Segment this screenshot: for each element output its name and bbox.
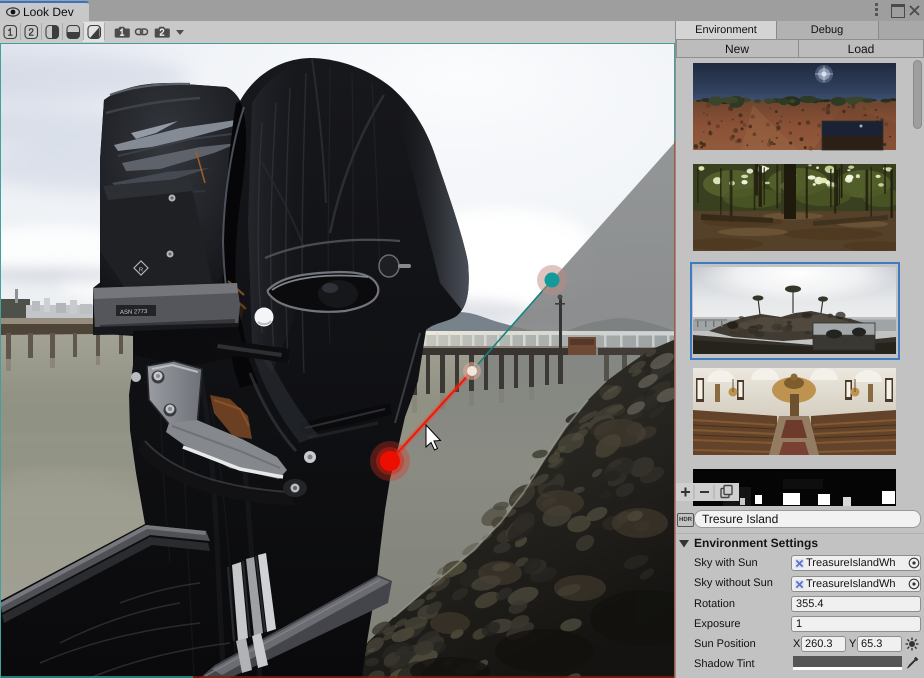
svg-text:R: R <box>139 267 144 274</box>
svg-text:ASN 2773: ASN 2773 <box>120 308 148 316</box>
